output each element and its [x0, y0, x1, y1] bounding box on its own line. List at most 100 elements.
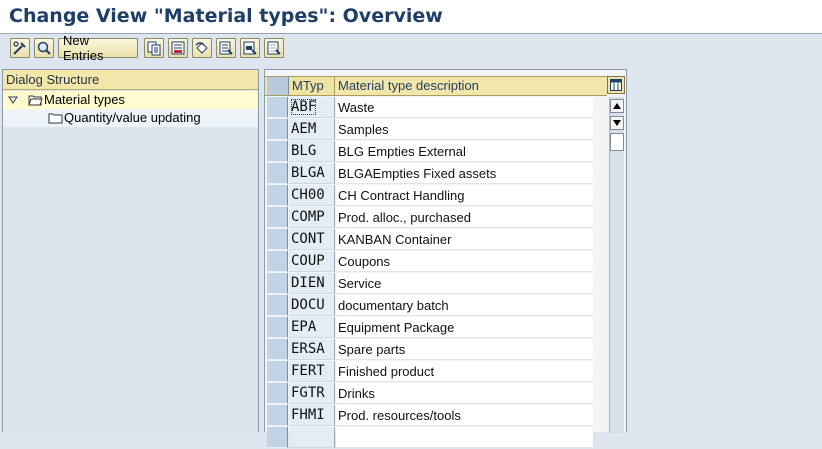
description-cell: Prod. alloc., purchased: [336, 207, 593, 228]
details-button[interactable]: [34, 38, 54, 58]
table-row[interactable]: COMP Prod. alloc., purchased: [265, 207, 607, 229]
description-cell: Spare parts: [336, 339, 593, 360]
mtyp-cell: FERT: [289, 361, 335, 382]
table-row[interactable]: CONT KANBAN Container: [265, 229, 607, 251]
row-selector[interactable]: [267, 163, 288, 184]
mtyp-cell: BLG: [289, 141, 335, 162]
row-selector[interactable]: [267, 207, 288, 228]
deselect-all-button[interactable]: [264, 38, 284, 58]
select-all-rows-header[interactable]: [267, 77, 289, 95]
description-cell: Samples: [336, 119, 593, 140]
mtyp-cell: ERSA: [289, 339, 335, 360]
table-row[interactable]: FGTR Drinks: [265, 383, 607, 405]
scrollbar-thumb[interactable]: [610, 133, 624, 151]
folder-icon: [48, 113, 63, 124]
delete-button[interactable]: [168, 38, 188, 58]
tree-item-label: Quantity/value updating: [64, 110, 201, 125]
row-selector[interactable]: [267, 97, 288, 118]
mtyp-cell: DOCU: [289, 295, 335, 316]
description-cell: [336, 427, 593, 448]
table-row[interactable]: EPA Equipment Package: [265, 317, 607, 339]
tree-item-label: Material types: [44, 92, 125, 107]
vertical-scrollbar[interactable]: [609, 97, 624, 433]
mtyp-cell: AEM: [289, 119, 335, 140]
open-folder-icon: [28, 95, 43, 106]
scroll-up-button[interactable]: [610, 99, 624, 113]
description-cell: KANBAN Container: [336, 229, 593, 250]
row-selector[interactable]: [267, 295, 288, 316]
title-bar: Change View "Material types": Overview: [0, 0, 822, 34]
mtyp-cell: BLGA: [289, 163, 335, 184]
description-cell: Coupons: [336, 251, 593, 272]
copy-as-icon: [147, 41, 161, 56]
description-cell: Equipment Package: [336, 317, 593, 338]
table-row[interactable]: DIEN Service: [265, 273, 607, 295]
table-row[interactable]: FERT Finished product: [265, 361, 607, 383]
column-header-description[interactable]: Material type description: [336, 77, 603, 95]
row-selector[interactable]: [267, 383, 288, 404]
row-selector[interactable]: [267, 229, 288, 250]
undo-change-icon: [195, 42, 208, 54]
application-toolbar: New Entries: [0, 33, 822, 63]
table-row[interactable]: FHMI Prod. resources/tools: [265, 405, 607, 427]
row-selector[interactable]: [267, 339, 288, 360]
row-selector[interactable]: [267, 361, 288, 382]
description-cell: Finished product: [336, 361, 593, 382]
details-icon: [37, 41, 51, 55]
row-selector[interactable]: [267, 141, 288, 162]
dialog-structure-panel: Dialog Structure Material types Quantity…: [2, 69, 259, 432]
select-block-button[interactable]: [240, 38, 260, 58]
table-settings-button[interactable]: [607, 76, 625, 94]
delete-icon: [171, 41, 185, 55]
table-row[interactable]: COUP Coupons: [265, 251, 607, 273]
page-title: Change View "Material types": Overview: [9, 5, 443, 27]
description-cell: Waste: [336, 97, 593, 118]
table-row[interactable]: BLG BLG Empties External: [265, 141, 607, 163]
description-cell: documentary batch: [336, 295, 593, 316]
table-row[interactable]: AEM Samples: [265, 119, 607, 141]
display-change-icon: [13, 41, 26, 55]
mtyp-cell: CONT: [289, 229, 335, 250]
row-selector[interactable]: [267, 185, 288, 206]
mtyp-cell: COUP: [289, 251, 335, 272]
description-cell: BLG Empties External: [336, 141, 593, 162]
mtyp-cell: FGTR: [289, 383, 335, 404]
row-selector[interactable]: [267, 317, 288, 338]
row-selector[interactable]: [267, 273, 288, 294]
mtyp-cell: ABF: [289, 97, 335, 118]
column-header-mtyp[interactable]: MTyp: [289, 77, 335, 95]
new-entries-button[interactable]: New Entries: [58, 33, 138, 63]
deselect-all-icon: [267, 41, 281, 55]
display-change-button[interactable]: [10, 38, 30, 58]
row-selector[interactable]: [267, 427, 288, 448]
copy-as-button[interactable]: [144, 38, 164, 58]
row-selector[interactable]: [267, 405, 288, 426]
tree-item-material-types[interactable]: Material types: [3, 91, 258, 109]
row-selector[interactable]: [267, 119, 288, 140]
mtyp-cell: CH00: [289, 185, 335, 206]
expand-triangle-icon[interactable]: [8, 96, 18, 104]
table-row[interactable]: CH00 CH Contract Handling: [265, 185, 607, 207]
table-row[interactable]: BLGA BLGAEmpties Fixed assets: [265, 163, 607, 185]
description-cell: BLGAEmpties Fixed assets: [336, 163, 593, 184]
table-row[interactable]: ERSA Spare parts: [265, 339, 607, 361]
description-cell: Drinks: [336, 383, 593, 404]
table-row[interactable]: [265, 427, 607, 449]
select-all-button[interactable]: [216, 38, 236, 58]
tree-item-quantity-value-updating[interactable]: Quantity/value updating: [3, 109, 258, 127]
mtyp-cell: COMP: [289, 207, 335, 228]
select-block-icon: [243, 41, 257, 55]
row-selector[interactable]: [267, 251, 288, 272]
description-cell: CH Contract Handling: [336, 185, 593, 206]
dialog-structure-header: Dialog Structure: [3, 70, 258, 90]
material-types-table: MTyp Material type description ABF Waste…: [264, 69, 627, 448]
select-all-icon: [219, 41, 233, 55]
table-header: MTyp Material type description: [265, 76, 607, 96]
table-settings-icon: [610, 79, 622, 91]
mtyp-cell: FHMI: [289, 405, 335, 426]
scroll-down-button[interactable]: [610, 116, 624, 130]
table-row[interactable]: DOCU documentary batch: [265, 295, 607, 317]
undo-change-button[interactable]: [192, 38, 212, 58]
table-row[interactable]: ABF Waste: [265, 97, 607, 119]
description-cell: Prod. resources/tools: [336, 405, 593, 426]
